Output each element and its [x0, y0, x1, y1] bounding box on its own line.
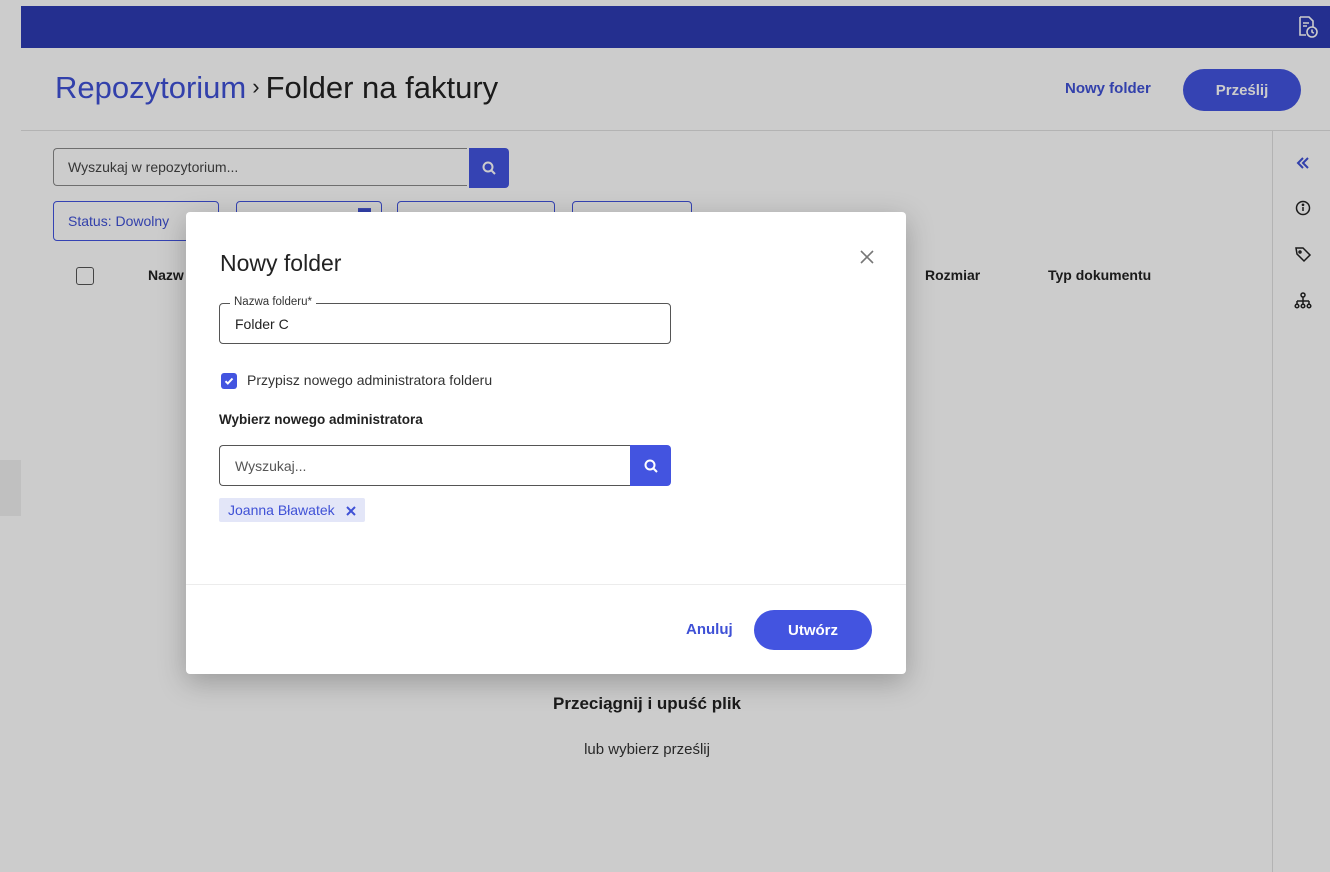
folder-name-value: Folder C [235, 316, 289, 332]
admin-search-button[interactable] [630, 445, 671, 486]
folder-name-label: Nazwa folderu* [230, 296, 316, 308]
dialog-divider [186, 584, 906, 585]
select-admin-heading: Wybierz nowego administratora [219, 412, 423, 427]
new-folder-dialog: Nowy folder Nazwa folderu* Folder C Przy… [186, 212, 906, 674]
remove-chip-icon[interactable] [345, 504, 357, 516]
selected-admin-name: Joanna Bławatek [228, 502, 335, 518]
cancel-button[interactable]: Anuluj [686, 621, 733, 638]
checkmark-icon [224, 377, 234, 385]
close-icon[interactable] [856, 246, 878, 268]
dialog-title: Nowy folder [220, 250, 342, 276]
assign-admin-checkbox[interactable] [221, 373, 237, 389]
folder-name-field[interactable]: Nazwa folderu* Folder C [219, 296, 671, 344]
selected-admin-chip: Joanna Bławatek [219, 498, 365, 522]
admin-search-input[interactable]: Wyszukaj... [219, 445, 631, 486]
search-icon [644, 459, 658, 473]
assign-admin-label[interactable]: Przypisz nowego administratora folderu [247, 372, 492, 388]
admin-search: Wyszukaj... [219, 445, 671, 487]
left-edge-shade [0, 460, 21, 516]
create-button[interactable]: Utwórz [754, 610, 872, 650]
